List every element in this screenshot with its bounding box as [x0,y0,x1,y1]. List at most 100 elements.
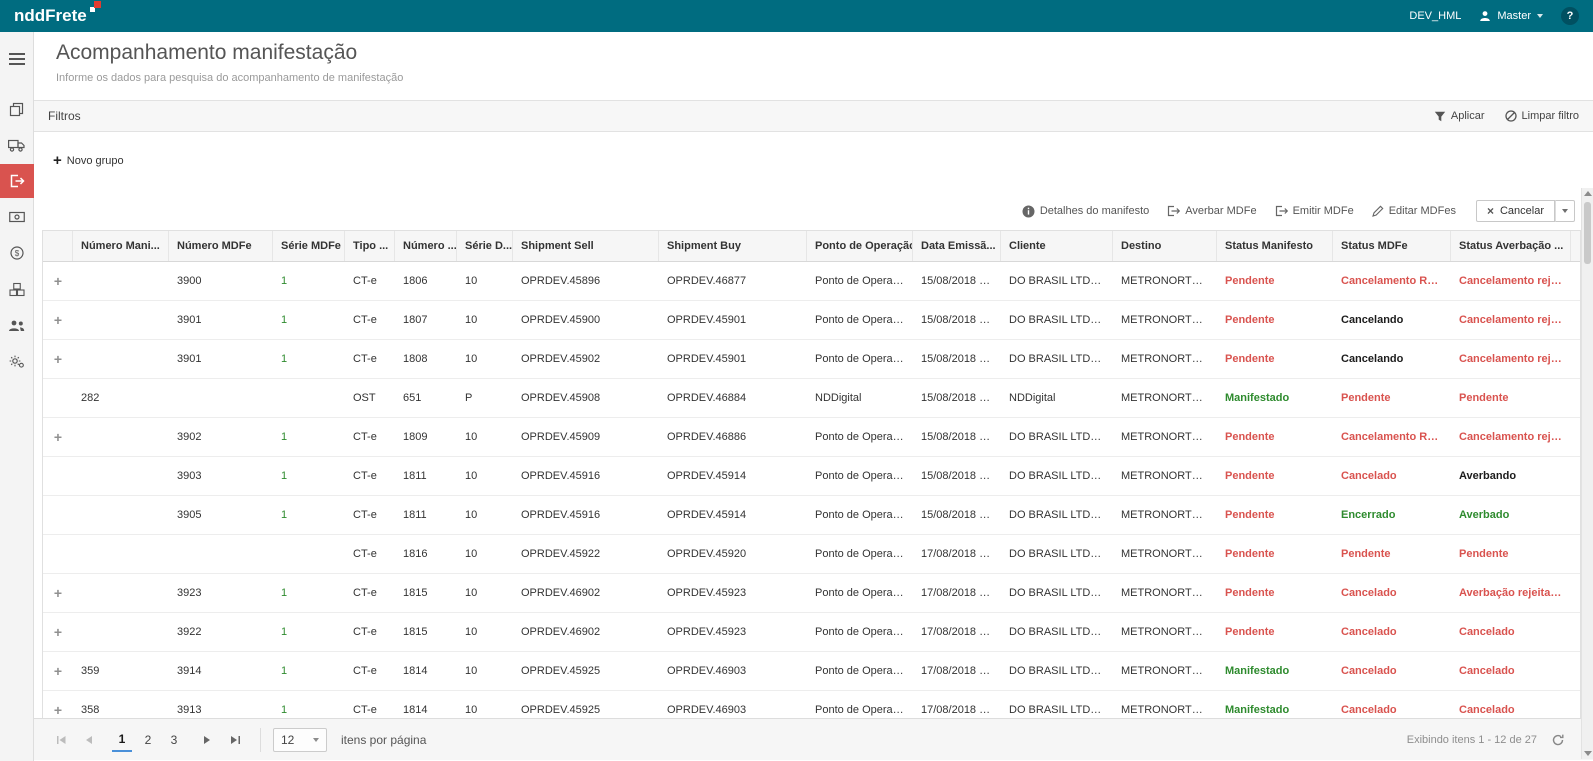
cancel-button[interactable]: × Cancelar [1476,200,1555,222]
column-header [43,231,73,261]
new-group-button[interactable]: + Novo grupo [53,155,124,167]
sidebar-item-usuarios[interactable] [0,308,34,342]
column-header[interactable]: Série MDFe [273,231,345,261]
sidebar-menu-toggle[interactable] [0,42,34,76]
expand-icon[interactable]: + [43,702,73,718]
table-row[interactable]: +35939141CT-e181410OPRDEV.45925OPRDEV.46… [43,652,1580,691]
column-header[interactable]: Número MDFe [169,231,273,261]
sidebar-item-documents[interactable] [0,92,34,126]
info-icon [1022,205,1035,218]
sidebar-item-manifestacao[interactable] [0,164,34,198]
column-header[interactable]: Número ... [395,231,457,261]
cell-shipment-buy: OPRDEV.45914 [659,470,807,482]
cell-tipo: CT-e [345,275,395,287]
sidebar-item-transport[interactable] [0,128,34,162]
editar-mdfes-button[interactable]: Editar MDFes [1372,205,1456,217]
table-row[interactable]: +39001CT-e180610OPRDEV.45896OPRDEV.46877… [43,262,1580,301]
sidebar-item-faturamento[interactable] [0,200,34,234]
table-row[interactable]: CT-e181610OPRDEV.45922OPRDEV.45920Ponto … [43,535,1580,574]
column-header[interactable]: Número Mani... [73,231,169,261]
column-header[interactable]: Status Manifesto [1217,231,1333,261]
column-header[interactable]: Shipment Buy [659,231,807,261]
column-header[interactable]: Status MDFe [1333,231,1451,261]
filters-bar: Filtros Aplicar Limpar filtro [34,100,1593,132]
help-button[interactable]: ? [1561,7,1579,25]
expand-icon[interactable]: + [43,351,73,367]
averbar-mdfe-button[interactable]: Averbar MDFe [1167,205,1256,217]
pencil-icon [1372,205,1384,217]
cell-serie-doc: 10 [457,665,513,677]
column-header[interactable]: Ponto de Operação [807,231,913,261]
column-header[interactable]: Shipment Sell [513,231,659,261]
status-mdfe: Cancelando [1333,353,1451,365]
table-row[interactable]: +35839131CT-e181410OPRDEV.45925OPRDEV.46… [43,691,1580,718]
page-subtitle: Informe os dados para pesquisa do acompa… [56,72,1593,84]
column-header[interactable]: Status Averbação ... [1451,231,1571,261]
cell-data-emissao: 15/08/2018 1... [913,314,1001,326]
close-icon: × [1487,207,1494,215]
column-header[interactable]: Destino [1113,231,1217,261]
page-button[interactable]: 3 [164,728,184,752]
table-row[interactable]: 39051CT-e181110OPRDEV.45916OPRDEV.45914P… [43,496,1580,535]
table-row[interactable]: +39021CT-e180910OPRDEV.45909OPRDEV.46886… [43,418,1580,457]
expand-icon[interactable]: + [43,312,73,328]
table-row[interactable]: +39231CT-e181510OPRDEV.46902OPRDEV.45923… [43,574,1580,613]
svg-text:$: $ [14,249,19,258]
vertical-scrollbar[interactable] [1581,188,1593,759]
user-menu[interactable]: Master [1479,10,1543,22]
refresh-button[interactable] [1551,733,1565,747]
cell-serie-doc: 10 [457,431,513,443]
sidebar-item-financeiro[interactable]: $ [0,236,34,270]
cell-serie: 1 [273,704,345,716]
column-header[interactable]: Série D... [457,231,513,261]
expand-icon[interactable]: + [43,624,73,640]
editar-mdfes-label: Editar MDFes [1389,205,1456,217]
page-button[interactable]: 1 [112,728,132,752]
emitir-mdfe-button[interactable]: Emitir MDFe [1275,205,1354,217]
column-header[interactable]: Cliente [1001,231,1113,261]
expand-icon[interactable]: + [43,429,73,445]
app-logo[interactable]: nddFrete [14,6,101,26]
prev-page-button[interactable] [76,727,102,753]
column-header[interactable]: Data Emissã... [913,231,1001,261]
next-page-button[interactable] [194,727,220,753]
last-page-button[interactable] [222,727,248,753]
expand-icon[interactable]: + [43,273,73,289]
cell-cliente: DO BRASIL LTDA-GU... [1001,704,1113,716]
sidebar-item-cargas[interactable] [0,272,34,306]
page-size-select[interactable]: 12 [273,728,327,752]
table-row[interactable]: 282OST651POPRDEV.45908OPRDEV.46884NDDigi… [43,379,1580,418]
cell-serie: 1 [273,353,345,365]
clear-filter-button[interactable]: Limpar filtro [1505,110,1579,122]
cell-numero: 1814 [395,665,457,677]
grid-header: Número Mani...Número MDFeSérie MDFeTipo … [43,231,1580,262]
page-size-value: 12 [281,733,294,747]
first-page-button[interactable] [48,727,74,753]
cell-shipment-sell: OPRDEV.46902 [513,626,659,638]
expand-icon[interactable]: + [43,663,73,679]
scroll-up-arrow[interactable] [1584,191,1592,196]
cell-data-emissao: 15/08/2018 1... [913,275,1001,287]
apply-filter-button[interactable]: Aplicar [1434,110,1485,122]
cancel-dropdown-button[interactable] [1555,200,1575,222]
table-row[interactable]: +39011CT-e180710OPRDEV.45900OPRDEV.45901… [43,301,1580,340]
table-row[interactable]: +39221CT-e181510OPRDEV.46902OPRDEV.45923… [43,613,1580,652]
expand-icon[interactable]: + [43,585,73,601]
cell-tipo: CT-e [345,548,395,560]
status-averbacao: Cancelamento rejeit... [1451,431,1571,443]
manifest-details-button[interactable]: Detalhes do manifesto [1022,205,1149,218]
cell-ponto-operacao: Ponto de Operação ... [807,275,913,287]
page-button[interactable]: 2 [138,728,158,752]
table-row[interactable]: +39011CT-e180810OPRDEV.45902OPRDEV.45901… [43,340,1580,379]
cell-cliente: DO BRASIL LTDA-GU... [1001,548,1113,560]
scroll-down-arrow[interactable] [1584,751,1592,756]
sidebar-item-configuracoes[interactable] [0,344,34,378]
column-header[interactable]: Tipo ... [345,231,395,261]
cell-ponto-operacao: Ponto de Operação ... [807,509,913,521]
scrollbar-thumb[interactable] [1584,202,1591,264]
status-averbacao: Cancelamento rejeit... [1451,275,1571,287]
table-row[interactable]: 39031CT-e181110OPRDEV.45916OPRDEV.45914P… [43,457,1580,496]
cell-destino: METRONORTE CO... [1113,314,1217,326]
cell-cliente: DO BRASIL LTDA-GU... [1001,665,1113,677]
export-icon [9,174,25,188]
